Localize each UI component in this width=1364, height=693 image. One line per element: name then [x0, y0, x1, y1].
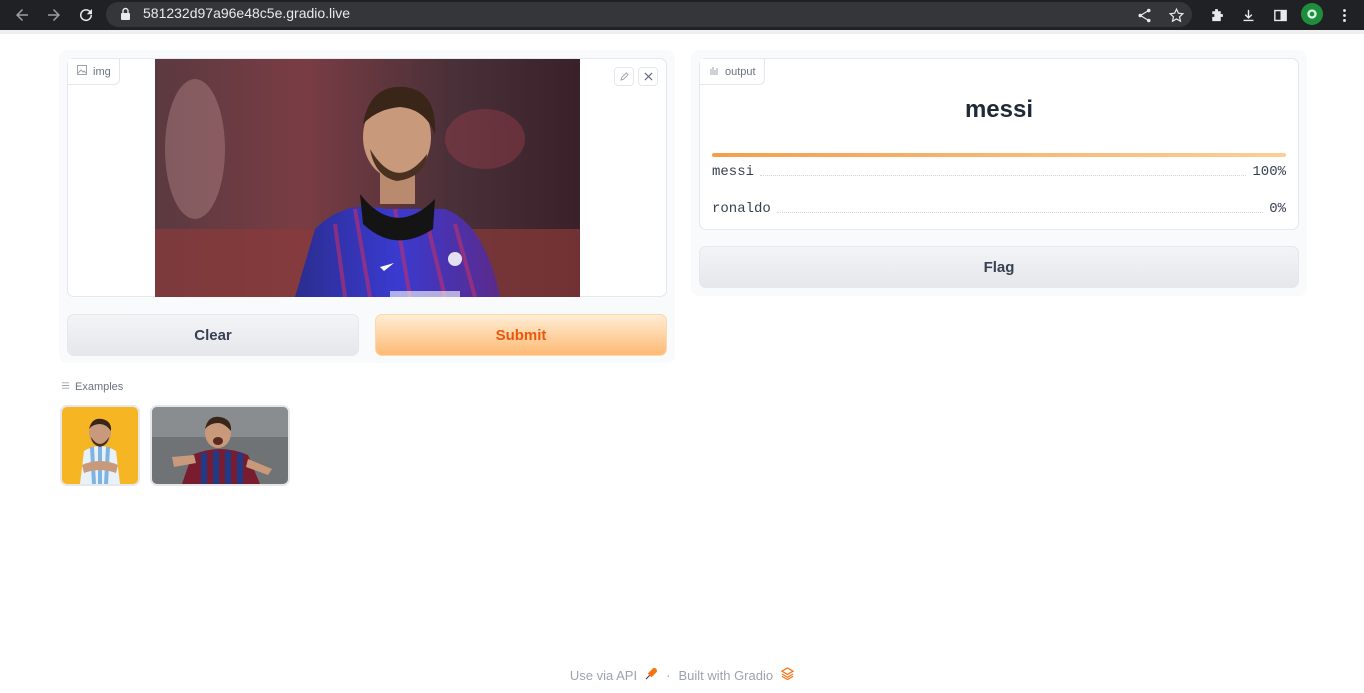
extensions-icon[interactable] [1206, 5, 1226, 25]
submit-button[interactable]: Submit [375, 314, 667, 356]
footer-separator: · [666, 667, 671, 683]
rocket-icon [645, 667, 658, 683]
output-block-label: output [700, 59, 765, 85]
use-via-api-link[interactable]: Use via API [570, 668, 637, 683]
edit-icon[interactable] [614, 67, 634, 86]
close-icon[interactable] [638, 67, 658, 86]
output-label: output [725, 65, 756, 78]
footer: Use via API · Built with Gradio [0, 667, 1364, 683]
input-label: img [93, 65, 111, 78]
confidence-label: ronaldo [712, 201, 771, 217]
uploaded-photo [155, 59, 580, 297]
chart-icon [709, 65, 719, 78]
examples-header: Examples [61, 381, 123, 393]
browser-toolbar: 581232d97a96e48c5e.gradio.live [0, 0, 1364, 30]
browser-divider [0, 30, 1364, 34]
list-icon [61, 381, 70, 393]
example-thumbnail[interactable] [60, 405, 140, 486]
gradio-logo-icon [780, 667, 795, 683]
sidepanel-icon[interactable] [1270, 5, 1290, 25]
clear-button[interactable]: Clear [67, 314, 359, 356]
menu-dots-icon[interactable] [1334, 5, 1354, 25]
back-arrow-icon[interactable] [11, 4, 33, 26]
input-block-label: img [68, 59, 120, 85]
confidence-bar-fill [712, 153, 1286, 157]
star-icon[interactable] [1166, 5, 1186, 25]
confidence-leader [776, 212, 1264, 213]
confidence-label: messi [712, 164, 755, 180]
confidence-value: 0% [1269, 201, 1286, 217]
built-with-gradio-link[interactable]: Built with Gradio [678, 668, 773, 683]
confidence-bar [712, 153, 1286, 157]
url-text[interactable]: 581232d97a96e48c5e.gradio.live [143, 5, 350, 21]
predicted-label: messi [964, 96, 1034, 123]
reload-icon[interactable] [75, 4, 97, 26]
confidence-row[interactable]: ronaldo 0% [712, 199, 1286, 217]
forward-arrow-icon[interactable] [43, 4, 65, 26]
examples-label: Examples [75, 381, 124, 393]
share-icon[interactable] [1134, 5, 1154, 25]
flag-button[interactable]: Flag [699, 246, 1299, 288]
profile-avatar[interactable] [1301, 3, 1323, 25]
image-icon [77, 65, 87, 78]
download-icon[interactable] [1238, 5, 1258, 25]
confidence-leader [760, 175, 1247, 176]
example-thumbnail[interactable] [150, 405, 290, 486]
confidence-row[interactable]: messi 100% [712, 162, 1286, 180]
lock-icon[interactable] [120, 7, 131, 26]
confidence-value: 100% [1252, 164, 1286, 180]
